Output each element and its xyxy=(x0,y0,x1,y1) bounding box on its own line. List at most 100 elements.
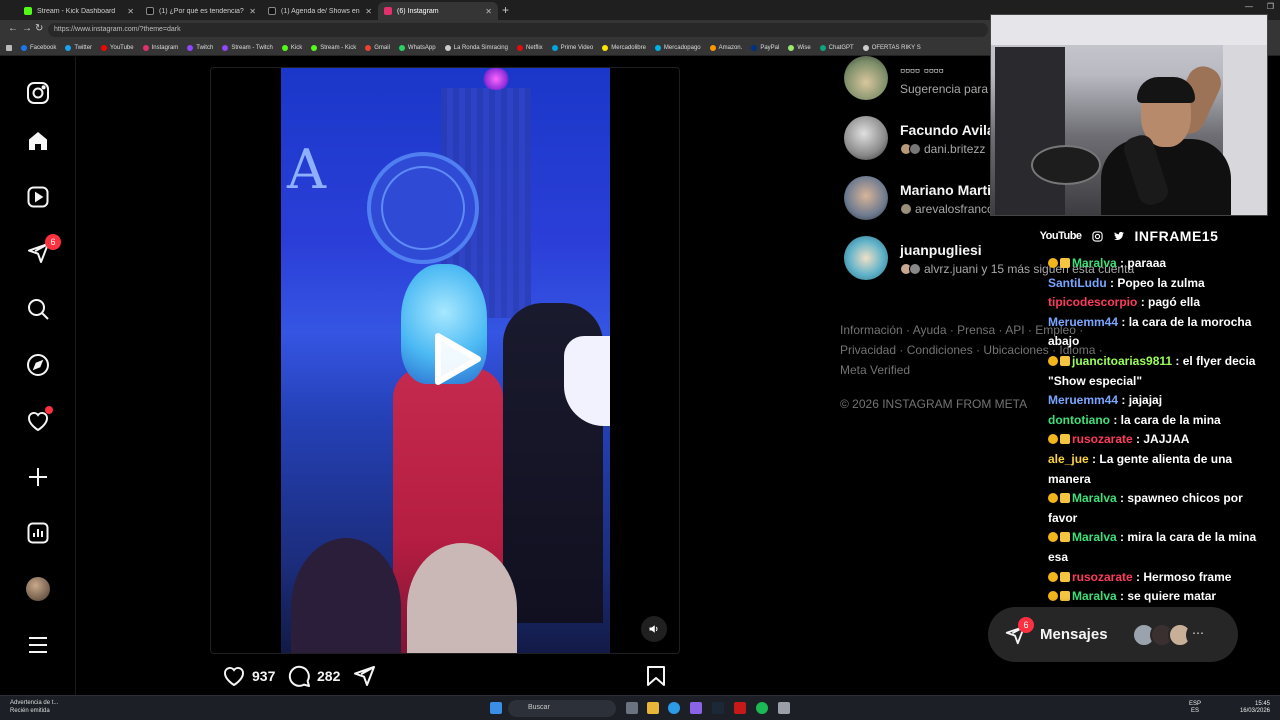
bookmark-label: Kick xyxy=(290,44,303,51)
close-icon[interactable]: ✕ xyxy=(127,7,134,16)
app-icon[interactable] xyxy=(778,702,790,714)
file-explorer-icon[interactable] xyxy=(647,702,659,714)
avatar[interactable] xyxy=(844,176,888,220)
create-icon[interactable] xyxy=(25,464,51,490)
messages-button[interactable]: 6 Mensajes ⋯ xyxy=(988,607,1238,662)
notice-title: Advertencia de t... xyxy=(10,700,59,706)
tab-tendencia[interactable]: (1) ¿Por qué es tendencia? (@porq ✕ xyxy=(140,2,262,20)
tab-kick-dashboard[interactable]: Stream - Kick Dashboard ✕ xyxy=(18,2,140,20)
new-tab-button[interactable]: + xyxy=(502,3,509,17)
bookmark-item[interactable]: ChatGPT xyxy=(819,44,854,51)
dashboard-icon[interactable] xyxy=(25,520,51,546)
spotify-icon[interactable] xyxy=(756,702,768,714)
bookmark-item[interactable]: Prime Video xyxy=(551,44,593,51)
bookmark-item[interactable]: YouTube xyxy=(101,44,134,51)
suggestion-item[interactable]: juanpugliesi alvrz.juani y 15 más siguen… xyxy=(844,236,1134,282)
profile-avatar[interactable] xyxy=(25,576,51,602)
bookmark-item[interactable]: Stream - Kick xyxy=(311,44,356,51)
bookmark-item[interactable]: Kick xyxy=(281,44,303,51)
bookmark-item[interactable]: Mercadopago xyxy=(654,44,701,51)
start-icon[interactable] xyxy=(490,702,502,714)
comment-icon[interactable] xyxy=(287,664,311,688)
chat-username[interactable]: ale_jue xyxy=(1048,452,1089,466)
suggestion-name[interactable]: Facundo Avila xyxy=(900,122,995,138)
bookmark-item[interactable]: Facebook xyxy=(21,44,56,51)
mutual-avatar xyxy=(909,263,921,275)
bookmark-item[interactable]: Twitch xyxy=(187,44,213,51)
chat-username[interactable]: juancitoarias9811 xyxy=(1072,354,1172,368)
steam-icon[interactable] xyxy=(712,702,724,714)
minimize-icon[interactable]: — xyxy=(1245,2,1253,11)
bookmark-label: Netflix xyxy=(525,44,543,51)
chat-username[interactable]: rusozarate xyxy=(1072,432,1133,446)
url-input[interactable]: https://www.instagram.com/?theme=dark xyxy=(48,23,988,37)
back-icon[interactable]: ← xyxy=(8,23,18,34)
bookmark-item[interactable]: Wise xyxy=(788,44,811,51)
more-menu-icon[interactable] xyxy=(25,632,51,658)
reload-icon[interactable]: ↻ xyxy=(35,23,43,34)
close-icon[interactable]: ✕ xyxy=(365,7,372,16)
save-button[interactable] xyxy=(644,664,668,688)
task-view-icon[interactable] xyxy=(626,702,638,714)
explore-icon[interactable] xyxy=(25,352,51,378)
suggestion-name[interactable]: juanpugliesi xyxy=(900,242,982,258)
home-icon[interactable] xyxy=(25,128,51,154)
share-button[interactable] xyxy=(352,664,376,688)
app-icon[interactable] xyxy=(690,702,702,714)
like-heart-icon[interactable] xyxy=(222,664,246,688)
notice-subtitle: Recién emitida xyxy=(10,708,50,714)
bookmark-item[interactable]: OFERTAS RIKY S xyxy=(862,44,921,51)
maximize-icon[interactable]: ❐ xyxy=(1267,2,1274,11)
language-code: ESP xyxy=(1189,701,1202,707)
close-icon[interactable]: ✕ xyxy=(249,7,256,16)
app-icon[interactable] xyxy=(734,702,746,714)
close-icon[interactable]: ✕ xyxy=(485,7,492,16)
edge-icon[interactable] xyxy=(668,702,680,714)
chat-username[interactable]: Maralva xyxy=(1072,491,1117,505)
notification-toast[interactable]: Advertencia de t... Recién emitida xyxy=(10,699,58,715)
bookmark-item[interactable]: Gmail xyxy=(365,44,390,51)
avatar[interactable] xyxy=(844,116,888,160)
bookmark-item[interactable]: PayPal xyxy=(751,44,779,51)
chat-username[interactable]: tipicodescorpio xyxy=(1048,295,1137,309)
bookmark-item[interactable]: WhatsApp xyxy=(398,44,436,51)
language-indicator[interactable]: ESP ES xyxy=(1189,701,1201,715)
bookmark-item[interactable]: Stream - Twitch xyxy=(222,44,273,51)
reels-icon[interactable] xyxy=(25,184,51,210)
play-button[interactable] xyxy=(416,324,486,394)
suggestion-item[interactable]: ▫▫▫▫ ▫▫▫▫ Sugerencia para ti xyxy=(844,56,997,102)
suggestion-item[interactable]: Facundo Avila dani.britezz xyxy=(844,116,995,162)
tab-agenda[interactable]: (1) Agenda de/ Shows en X: "El pe ✕ xyxy=(262,2,378,20)
chat-username[interactable]: rusozarate xyxy=(1072,570,1133,584)
avatar[interactable] xyxy=(844,56,888,100)
notifications-heart-icon[interactable] xyxy=(25,406,53,434)
mute-button[interactable] xyxy=(641,616,667,642)
suggestion-item[interactable]: Mariano Martinez arevalosfranco xyxy=(844,176,1014,222)
tab-instagram[interactable]: (6) Instagram ✕ xyxy=(378,2,498,20)
bookmark-item[interactable]: Twitter xyxy=(65,44,92,51)
tab-title: (1) ¿Por qué es tendencia? (@porq xyxy=(159,7,245,15)
bookmark-favicon-icon xyxy=(398,44,405,51)
search-icon[interactable] xyxy=(25,296,51,322)
apps-icon[interactable] xyxy=(6,44,12,51)
direct-messages-icon[interactable]: 6 xyxy=(25,234,61,266)
suggestion-name[interactable]: ▫▫▫▫ ▫▫▫▫ xyxy=(900,62,944,78)
bookmark-item[interactable]: Amazon. xyxy=(709,44,742,51)
avatar[interactable] xyxy=(844,236,888,280)
bookmark-item[interactable]: Netflix xyxy=(516,44,543,51)
forward-icon[interactable]: → xyxy=(22,23,32,34)
chat-username[interactable]: Maralva xyxy=(1072,256,1117,270)
bookmark-item[interactable]: Instagram xyxy=(142,44,178,51)
chat-username[interactable]: Meruemm44 xyxy=(1048,393,1118,407)
instagram-logo-icon[interactable] xyxy=(25,80,51,106)
chat-username[interactable]: Maralva xyxy=(1072,589,1117,603)
taskbar-search[interactable]: Buscar xyxy=(508,700,616,717)
clock[interactable]: 15:45 16/03/2026 xyxy=(1240,701,1270,715)
chat-username[interactable]: SantiLudu xyxy=(1048,276,1107,290)
chat-username[interactable]: dontotiano xyxy=(1048,413,1110,427)
reel-video-player[interactable]: A xyxy=(210,67,680,654)
chat-username[interactable]: Meruemm44 xyxy=(1048,315,1118,329)
bookmark-item[interactable]: Mercadolibre xyxy=(602,44,646,51)
bookmark-item[interactable]: La Ronda Simracing xyxy=(444,44,508,51)
chat-username[interactable]: Maralva xyxy=(1072,530,1117,544)
